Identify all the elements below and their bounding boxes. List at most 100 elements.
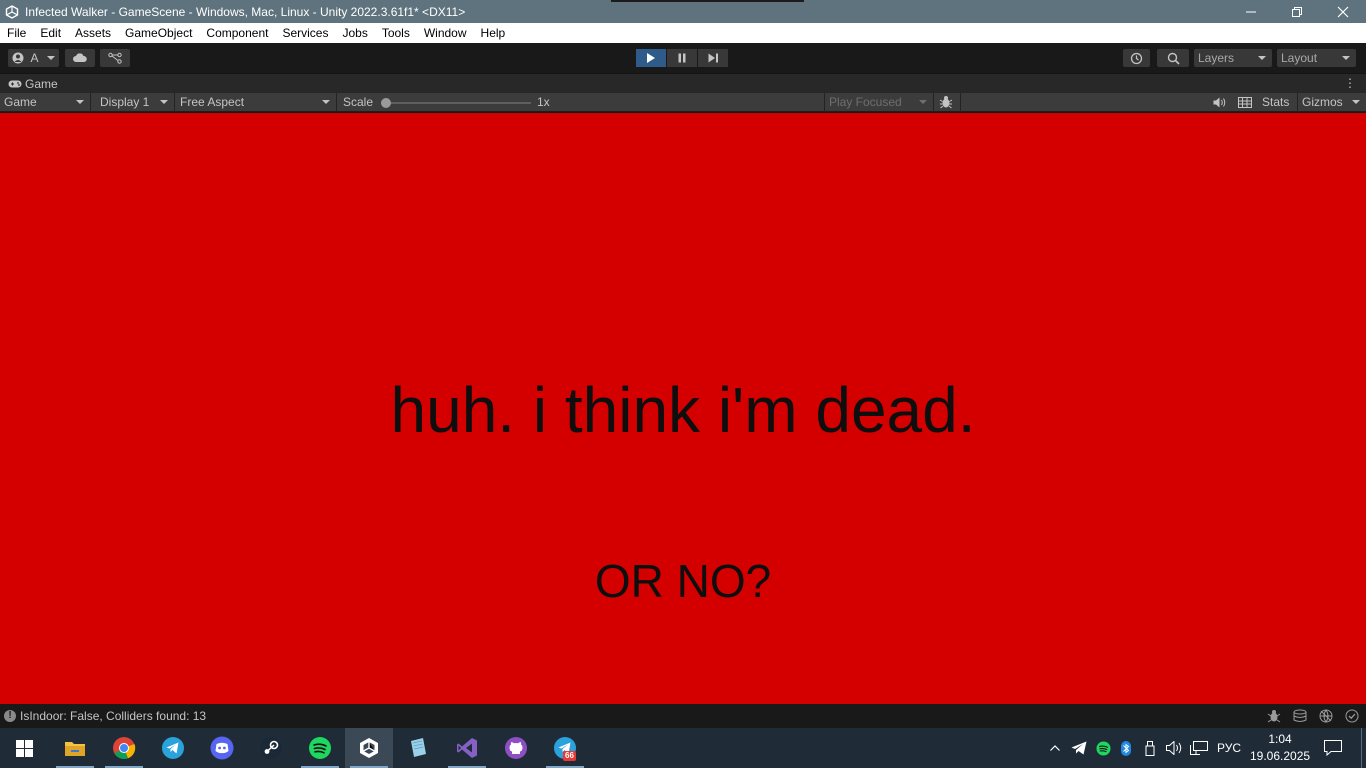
- network-icon[interactable]: [1318, 709, 1334, 723]
- discord-icon: [210, 736, 234, 760]
- gizmos-dropdown[interactable]: Gizmos: [1297, 93, 1366, 112]
- close-button[interactable]: [1320, 0, 1366, 23]
- maximize-button[interactable]: [1274, 0, 1320, 23]
- undo-history-button[interactable]: [1123, 49, 1150, 67]
- aspect-select[interactable]: Free Aspect: [176, 93, 337, 112]
- play-mode-label: Play Focused: [829, 95, 902, 109]
- close-icon: [1337, 6, 1349, 17]
- account-label: A: [30, 51, 39, 65]
- menu-assets[interactable]: Assets: [68, 23, 118, 43]
- game-viewport[interactable]: huh. i think i'm dead. OR NO?: [0, 113, 1366, 704]
- unity-icon: [360, 738, 378, 758]
- taskbar-steam[interactable]: [247, 728, 295, 768]
- scale-slider-track[interactable]: [386, 102, 531, 104]
- clock-time: 1:04: [1268, 732, 1292, 746]
- minimize-button[interactable]: [1228, 0, 1274, 23]
- taskbar-file-explorer[interactable]: [51, 728, 99, 768]
- show-desktop-button[interactable]: [1361, 728, 1366, 768]
- taskbar-discord[interactable]: [198, 728, 246, 768]
- layers-dropdown[interactable]: Layers: [1194, 49, 1272, 67]
- grid-toggle-button[interactable]: [1234, 93, 1256, 112]
- show-hidden-icons-button[interactable]: [1046, 728, 1064, 768]
- taskbar-github-desktop[interactable]: [492, 728, 540, 768]
- grid-icon: [1238, 97, 1252, 108]
- account-dropdown[interactable]: A: [8, 49, 59, 67]
- speaker-icon: [1213, 97, 1225, 108]
- taskbar-visual-studio[interactable]: [443, 728, 491, 768]
- question-message: OR NO?: [594, 555, 772, 607]
- more-options-icon[interactable]: ⋮: [1344, 76, 1356, 90]
- minimize-icon: [1246, 11, 1256, 12]
- window-title: Infected Walker - GameScene - Windows, M…: [25, 4, 466, 19]
- spotify-tray-icon: [1096, 741, 1110, 755]
- bug-icon: [939, 96, 953, 109]
- menu-bar: File Edit Assets GameObject Component Se…: [0, 23, 1366, 43]
- mute-audio-button[interactable]: [1207, 93, 1231, 112]
- bluetooth-icon: [1121, 740, 1131, 756]
- taskbar-telegram-2[interactable]: 66: [541, 728, 589, 768]
- layout-dropdown[interactable]: Layout: [1277, 49, 1356, 67]
- chevron-down-icon: [160, 100, 168, 104]
- unread-badge: 66: [563, 751, 576, 761]
- frame-debugger-button[interactable]: [934, 93, 961, 112]
- view-select[interactable]: Game: [0, 93, 91, 112]
- play-button[interactable]: [636, 49, 666, 67]
- layers-label: Layers: [1198, 51, 1235, 65]
- title-bar: Infected Walker - GameScene - Windows, M…: [0, 0, 1366, 23]
- telegram-icon: [162, 737, 184, 759]
- tray-language[interactable]: РУС: [1212, 728, 1246, 768]
- pause-button[interactable]: [667, 49, 697, 67]
- cloud-button[interactable]: [65, 49, 95, 67]
- menu-file[interactable]: File: [0, 23, 33, 43]
- tray-usb[interactable]: [1141, 728, 1159, 768]
- play-mode-select[interactable]: Play Focused: [824, 93, 934, 112]
- tray-volume[interactable]: [1164, 728, 1184, 768]
- taskbar-chrome[interactable]: [100, 728, 148, 768]
- clock-date: 19.06.2025: [1250, 749, 1311, 763]
- stats-toggle[interactable]: Stats: [1262, 93, 1289, 112]
- taskbar-notes[interactable]: [394, 728, 442, 768]
- notes-icon: [411, 738, 426, 757]
- scale-slider-thumb[interactable]: [381, 98, 391, 108]
- search-button[interactable]: [1157, 49, 1189, 67]
- history-icon: [1130, 52, 1143, 64]
- debug-icon[interactable]: [1266, 709, 1282, 723]
- menu-services[interactable]: Services: [275, 23, 335, 43]
- display-select[interactable]: Display 1: [96, 93, 175, 112]
- menu-edit[interactable]: Edit: [33, 23, 68, 43]
- telegram-tray-icon: [1071, 741, 1087, 755]
- taskbar-unity[interactable]: [345, 728, 393, 768]
- tray-spotify[interactable]: [1093, 728, 1113, 768]
- step-button[interactable]: [698, 49, 728, 67]
- console-message[interactable]: IsIndoor: False, Colliders found: 13: [20, 704, 206, 728]
- death-message: huh. i think i'm dead.: [390, 374, 976, 446]
- tray-telegram[interactable]: [1069, 728, 1089, 768]
- version-control-button[interactable]: [100, 49, 130, 67]
- menu-tools[interactable]: Tools: [375, 23, 417, 43]
- search-icon: [1167, 52, 1180, 65]
- tab-game[interactable]: Game: [0, 74, 58, 93]
- cache-server-icon[interactable]: [1292, 709, 1308, 723]
- scale-value: 1x: [537, 95, 550, 109]
- menu-help[interactable]: Help: [474, 23, 513, 43]
- menu-jobs[interactable]: Jobs: [335, 23, 374, 43]
- spotify-icon: [309, 737, 331, 759]
- notifications-button[interactable]: [1318, 728, 1348, 768]
- menu-component[interactable]: Component: [199, 23, 275, 43]
- menu-gameobject[interactable]: GameObject: [118, 23, 199, 43]
- menu-window[interactable]: Window: [417, 23, 474, 43]
- aspect-select-label: Free Aspect: [180, 95, 245, 109]
- cloud-icon: [73, 53, 87, 62]
- taskbar-telegram[interactable]: [149, 728, 197, 768]
- tray-network[interactable]: [1188, 728, 1210, 768]
- chevron-down-icon: [322, 100, 330, 104]
- tray-bluetooth[interactable]: [1117, 728, 1135, 768]
- check-icon[interactable]: [1344, 709, 1360, 723]
- chevron-down-icon: [919, 100, 927, 104]
- windows-taskbar: 66 РУС 1:04 19.06.2025: [0, 728, 1366, 768]
- start-button[interactable]: [0, 728, 48, 768]
- language-indicator: РУС: [1216, 741, 1242, 755]
- volume-icon: [1165, 741, 1181, 755]
- tray-clock[interactable]: 1:04 19.06.2025: [1250, 731, 1310, 765]
- taskbar-spotify[interactable]: [296, 728, 344, 768]
